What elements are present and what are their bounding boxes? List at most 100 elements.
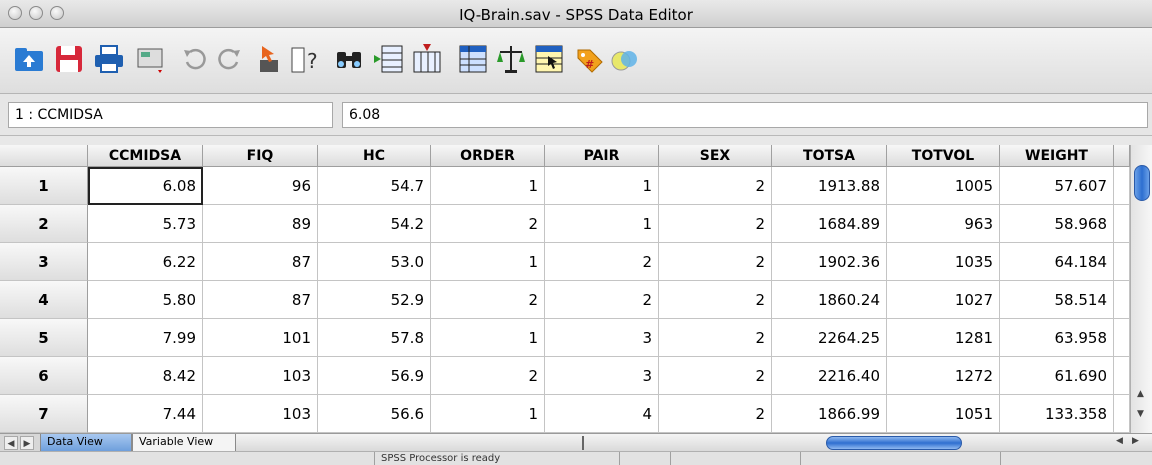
data-cell[interactable]: 89 [203, 205, 318, 243]
data-cell[interactable]: 2264.25 [772, 319, 887, 357]
data-cell[interactable]: 5.73 [88, 205, 203, 243]
data-cell[interactable]: 1 [545, 205, 659, 243]
data-cell[interactable]: 1860.24 [772, 281, 887, 319]
data-cell[interactable]: 2 [659, 243, 772, 281]
column-header[interactable]: FIQ [203, 145, 318, 166]
data-cell[interactable]: 96 [203, 167, 318, 205]
value-labels-icon[interactable]: # [572, 42, 606, 76]
empty-cell[interactable] [1114, 281, 1130, 319]
row-header[interactable]: 6 [0, 357, 88, 395]
data-cell[interactable]: 58.968 [1000, 205, 1114, 243]
empty-cell[interactable] [1114, 205, 1130, 243]
scroll-down-arrow-icon[interactable]: ▼ [1137, 409, 1144, 419]
data-cell[interactable]: 2 [545, 281, 659, 319]
data-cell[interactable]: 2 [545, 243, 659, 281]
data-cell[interactable]: 2 [431, 281, 545, 319]
cell-reference-field[interactable]: 1 : CCMIDSA [8, 102, 333, 128]
empty-cell[interactable] [1114, 243, 1130, 281]
data-cell[interactable]: 1902.36 [772, 243, 887, 281]
data-cell[interactable]: 2 [659, 205, 772, 243]
data-cell[interactable]: 87 [203, 243, 318, 281]
data-cell[interactable]: 1 [431, 243, 545, 281]
goto-case-icon[interactable] [252, 42, 286, 76]
column-header[interactable]: PAIR [545, 145, 659, 166]
dialog-recall-icon[interactable] [134, 42, 168, 76]
split-file-icon[interactable] [456, 42, 490, 76]
empty-cell[interactable] [1114, 395, 1130, 433]
save-icon[interactable] [52, 42, 86, 76]
column-header[interactable]: TOTSA [772, 145, 887, 166]
data-cell[interactable]: 57.8 [318, 319, 431, 357]
data-cell[interactable]: 52.9 [318, 281, 431, 319]
data-cell[interactable]: 58.514 [1000, 281, 1114, 319]
data-cell[interactable]: 103 [203, 395, 318, 433]
data-cell[interactable]: 1684.89 [772, 205, 887, 243]
data-cell[interactable]: 1005 [887, 167, 1000, 205]
insert-variable-icon[interactable] [410, 42, 444, 76]
column-header[interactable]: CCMIDSA [88, 145, 203, 166]
use-sets-icon[interactable] [608, 42, 642, 76]
scroll-right-arrow-icon[interactable]: ▶ [1132, 436, 1139, 446]
data-cell[interactable]: 7.44 [88, 395, 203, 433]
data-cell[interactable]: 54.7 [318, 167, 431, 205]
data-cell[interactable]: 2216.40 [772, 357, 887, 395]
data-cell[interactable]: 2 [431, 205, 545, 243]
tab-data-view[interactable]: Data View [40, 434, 132, 452]
data-cell[interactable]: 963 [887, 205, 1000, 243]
data-cell[interactable]: 3 [545, 319, 659, 357]
data-cell[interactable]: 4 [545, 395, 659, 433]
select-cases-icon[interactable] [532, 42, 566, 76]
column-header[interactable]: TOTVOL [887, 145, 1000, 166]
row-header[interactable]: 2 [0, 205, 88, 243]
data-cell[interactable]: 2 [659, 167, 772, 205]
data-cell[interactable]: 1 [431, 319, 545, 357]
data-cell[interactable]: 2 [659, 281, 772, 319]
data-cell[interactable]: 63.958 [1000, 319, 1114, 357]
data-cell[interactable]: 7.99 [88, 319, 203, 357]
data-cell[interactable]: 61.690 [1000, 357, 1114, 395]
data-cell[interactable]: 1051 [887, 395, 1000, 433]
data-cell[interactable]: 103 [203, 357, 318, 395]
scroll-up-arrow-icon[interactable]: ▲ [1137, 389, 1144, 399]
data-cell[interactable]: 1866.99 [772, 395, 887, 433]
data-cell[interactable]: 56.6 [318, 395, 431, 433]
data-cell[interactable]: 8.42 [88, 357, 203, 395]
tab-variable-view[interactable]: Variable View [132, 434, 236, 452]
empty-cell[interactable] [1114, 167, 1130, 205]
data-cell[interactable]: 2 [431, 357, 545, 395]
row-header[interactable]: 5 [0, 319, 88, 357]
horizontal-scroll-thumb[interactable] [826, 436, 962, 450]
data-cell[interactable]: 1035 [887, 243, 1000, 281]
empty-cell[interactable] [1114, 357, 1130, 395]
data-cell[interactable]: 53.0 [318, 243, 431, 281]
empty-cell[interactable] [1114, 319, 1130, 357]
data-cell[interactable]: 2 [659, 319, 772, 357]
cell-value-editor[interactable]: 6.08 [342, 102, 1148, 128]
data-cell[interactable]: 6.08 [88, 167, 203, 205]
data-cell[interactable]: 2 [659, 395, 772, 433]
data-cell[interactable]: 1 [431, 167, 545, 205]
vertical-scrollbar[interactable]: ▲ ▼ [1130, 145, 1152, 433]
row-header[interactable]: 7 [0, 395, 88, 433]
data-cell[interactable]: 133.358 [1000, 395, 1114, 433]
data-cell[interactable]: 54.2 [318, 205, 431, 243]
corner-cell[interactable] [0, 145, 88, 166]
data-cell[interactable]: 3 [545, 357, 659, 395]
column-header[interactable]: WEIGHT [1000, 145, 1114, 166]
data-cell[interactable]: 56.9 [318, 357, 431, 395]
data-cell[interactable]: 64.184 [1000, 243, 1114, 281]
data-cell[interactable]: 87 [203, 281, 318, 319]
tab-prev-arrow-icon[interactable]: ◀ [4, 436, 18, 450]
data-cell[interactable]: 57.607 [1000, 167, 1114, 205]
data-cell[interactable]: 1281 [887, 319, 1000, 357]
weight-cases-icon[interactable] [494, 42, 528, 76]
data-cell[interactable]: 1 [545, 167, 659, 205]
data-cell[interactable]: 1272 [887, 357, 1000, 395]
row-header[interactable]: 1 [0, 167, 88, 205]
open-folder-icon[interactable] [12, 42, 46, 76]
tab-next-arrow-icon[interactable]: ▶ [20, 436, 34, 450]
column-header[interactable]: HC [318, 145, 431, 166]
print-icon[interactable] [92, 42, 126, 76]
column-header[interactable]: ORDER [431, 145, 545, 166]
data-cell[interactable]: 1913.88 [772, 167, 887, 205]
